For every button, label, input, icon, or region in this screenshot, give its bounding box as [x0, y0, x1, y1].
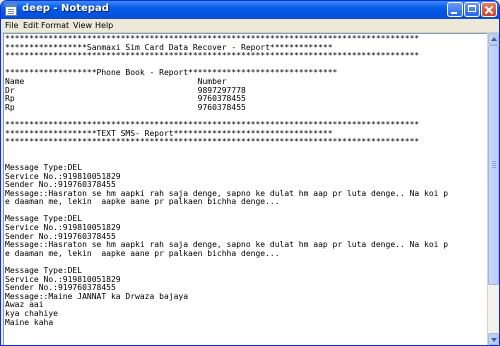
notepad-window: deep - Notepad File Edit Format View Hel…: [0, 0, 500, 346]
minimize-button[interactable]: [447, 2, 463, 17]
text-line: e daaman me, lekin aapke aane pr palkaen…: [5, 197, 280, 207]
menu-edit[interactable]: Edit: [23, 21, 39, 30]
menu-bar: File Edit Format View Help: [1, 19, 499, 33]
menu-format[interactable]: Format: [41, 21, 69, 30]
text-line: e daaman me, lekin aapke aane pr palkaen…: [5, 248, 280, 258]
maximize-button[interactable]: [464, 2, 480, 17]
text-line: ****************************************…: [5, 51, 420, 61]
close-button[interactable]: [481, 2, 497, 17]
scroll-down-button[interactable]: [488, 333, 499, 345]
title-bar[interactable]: deep - Notepad: [1, 1, 499, 19]
vertical-scrollbar[interactable]: [487, 33, 499, 345]
menu-help[interactable]: Help: [95, 21, 113, 30]
text-line: Rp 9760378455: [5, 102, 246, 112]
scroll-thumb[interactable]: [488, 45, 499, 285]
menu-file[interactable]: File: [5, 21, 18, 30]
menu-view[interactable]: View: [73, 21, 92, 30]
document-text[interactable]: ****************************************…: [5, 34, 448, 327]
text-line: ****************************************…: [5, 137, 420, 147]
window-title: deep - Notepad: [22, 3, 109, 14]
text-line: Maine kaha: [5, 317, 54, 327]
notepad-icon[interactable]: [5, 3, 17, 16]
scroll-up-button[interactable]: [488, 33, 499, 45]
text-editor-area[interactable]: ****************************************…: [3, 33, 487, 345]
